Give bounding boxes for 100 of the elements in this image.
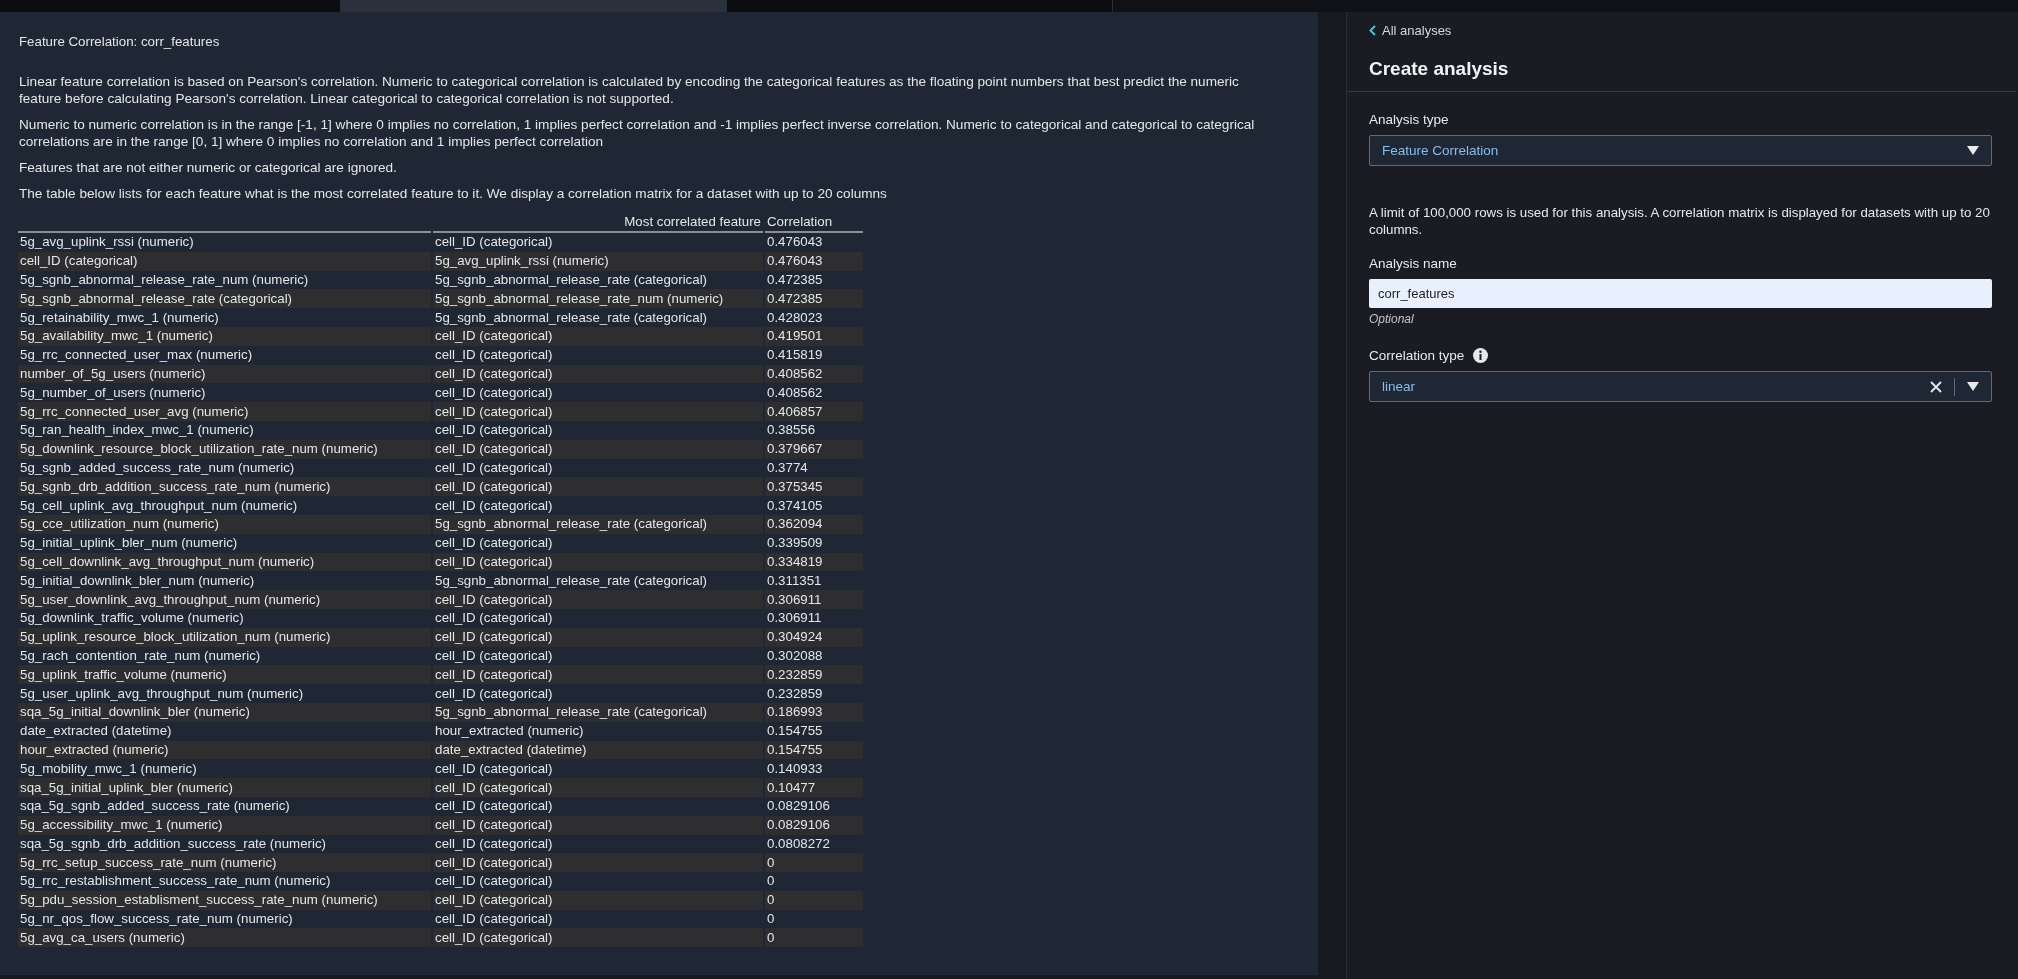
table-cell-text: sqa_5g_sgnb_added_success_rate (numeric): [19, 797, 291, 816]
table-cell-text: 0.379667: [766, 440, 824, 459]
table-cell-text: 0.415819: [766, 346, 824, 365]
table-cell-text: 0.306911: [766, 590, 823, 609]
table-cell-text: 0.186993: [766, 703, 824, 722]
description-text: Numeric to numeric correlation is in the range [-1, 1] where 0 implies no correlation, 1 implies perfect correlation and -1 implies perfect inverse correlation. Numeric to categorical and categorical to categrical correlations are in the range [0, 1] where 0 implies no correlation and 1 implies perfect correlation: [19, 116, 1256, 150]
table-cell-text: 5g_cell_uplink_avg_throughput_num (numeric): [19, 496, 299, 515]
field-label: Analysis name: [1369, 256, 1458, 271]
table-cell-text: 5g_sgnb_abnormal_release_rate (categorical): [434, 308, 708, 327]
table-cell-text: 5g_sgnb_abnormal_release_rate_num (numeric): [19, 271, 310, 289]
table-cell-text: cell_ID (categorical): [434, 834, 554, 853]
table-cell-text: 5g_avg_ca_users (numeric): [19, 928, 186, 947]
table-cell-text: 0.0808272: [766, 834, 831, 853]
table-cell-text: cell_ID (categorical): [434, 421, 554, 440]
table-cell-text: 0.419501: [766, 327, 824, 346]
table-cell-text: sqa_5g_initial_uplink_bler (numeric): [19, 778, 234, 797]
table-cell-text: 5g_sgnb_added_success_rate_num (numeric): [19, 458, 296, 477]
table-cell-text: cell_ID (categorical): [434, 477, 554, 496]
table-cell-text: 0: [766, 872, 776, 891]
table-cell-text: cell_ID (categorical): [434, 609, 554, 628]
table-cell-text: 0: [766, 910, 776, 929]
table-cell-text: 5g_number_of_users (numeric): [19, 383, 207, 402]
table-cell-text: cell_ID (categorical): [434, 364, 554, 383]
table-cell-text: cell_ID (categorical): [434, 797, 554, 816]
table-cell-text: 5g_avg_uplink_rssi (numeric): [19, 233, 195, 252]
table-cell-text: 5g_uplink_resource_block_utilization_num (numeric): [19, 628, 332, 647]
table-cell-text: cell_ID (categorical): [434, 496, 554, 515]
table-cell-text: 0.408562: [766, 364, 824, 383]
table-cell-text: 0.3774: [766, 458, 809, 477]
table-cell-text: 5g_mobility_mwc_1 (numeric): [19, 759, 198, 778]
table-cell-text: cell_ID (categorical): [434, 816, 554, 835]
table-cell-text: cell_ID (categorical): [434, 233, 554, 252]
table-cell-text: 5g_user_downlink_avg_throughput_num (numeric): [19, 590, 322, 609]
table-cell-text: 5g_initial_uplink_bler_num (numeric): [19, 534, 239, 553]
table-cell-text: 0.140933: [766, 759, 824, 778]
info-text: A limit of 100,000 rows is used for this analysis. A correlation matrix is displayed for datasets with up to 20 columns.: [1369, 204, 1991, 238]
table-cell-text: 5g_cell_downlink_avg_throughput_num (numeric): [19, 552, 316, 571]
correlation-type-select[interactable]: linear: [1369, 371, 1992, 402]
table-cell-text: 0.232859: [766, 684, 824, 703]
table-cell-text: 5g_rrc_setup_success_rate_num (numeric): [19, 853, 278, 872]
table-cell-text: cell_ID (categorical): [434, 872, 554, 891]
table-cell-text: 5g_rach_contention_rate_num (numeric): [19, 646, 262, 665]
table-cell-text: cell_ID (categorical): [434, 646, 554, 665]
column-header: Correlation: [765, 212, 863, 233]
table-cell-text: cell_ID (categorical): [434, 534, 554, 553]
table-cell-text: number_of_5g_users (numeric): [19, 364, 207, 383]
table-cell-text: cell_ID (categorical): [434, 910, 554, 929]
table-cell-text: 0.339509: [766, 534, 824, 553]
table-cell-text: 5g_sgnb_abnormal_release_rate (categorical): [19, 289, 293, 308]
table-cell-text: 5g_uplink_traffic_volume (numeric): [19, 665, 228, 684]
table-cell-text: 5g_rrc_restablishment_success_rate_num (numeric): [19, 872, 332, 891]
table-cell-text: 0.374105: [766, 496, 824, 515]
table-cell-text: 0.302088: [766, 646, 824, 665]
field-label: Correlation type: [1369, 348, 1465, 363]
table-cell-text: 5g_downlink_resource_block_utilization_rate_num (numeric): [19, 440, 379, 459]
table-cell-text: 0.154755: [766, 740, 824, 759]
table-cell-text: 0.0829106: [766, 816, 831, 835]
table-cell-text: 5g_retainability_mwc_1 (numeric): [19, 308, 220, 327]
table-cell-text: cell_ID (categorical): [434, 665, 554, 684]
analysis-type-select[interactable]: Feature Correlation: [1369, 135, 1992, 166]
table-cell-text: cell_ID (categorical): [434, 458, 554, 477]
table-cell-text: 0.311351: [766, 571, 823, 590]
description-text: The table below lists for each feature what is the most correlated feature to it. We display a correlation matrix for a dataset with up to 20 columns: [19, 185, 888, 202]
table-cell-text: 0.38556: [766, 421, 817, 440]
description-text: Features that are not either numeric or categorical are ignored.: [19, 159, 398, 176]
table-cell-text: cell_ID (categorical): [434, 346, 554, 365]
table-cell-text: 0.476043: [766, 233, 824, 252]
analysis-name-input[interactable]: corr_features: [1369, 279, 1992, 308]
column-header: Most correlated feature: [433, 212, 763, 233]
table-cell-text: 0.375345: [766, 477, 824, 496]
table-cell-text: cell_ID (categorical): [434, 402, 554, 421]
table-cell-text: cell_ID (categorical): [434, 928, 554, 947]
table-cell-text: cell_ID (categorical): [434, 853, 554, 872]
table-cell-text: cell_ID (categorical): [19, 252, 139, 271]
hint-text: Optional: [1369, 312, 1415, 326]
table-cell-text: 5g_pdu_session_establisment_success_rate_num (numeric): [19, 891, 379, 910]
table-cell-text: 5g_sgnb_abnormal_release_rate_num (numeric): [434, 289, 725, 308]
table-cell-text: 5g_sgnb_abnormal_release_rate (categorical): [434, 703, 708, 722]
back-link[interactable]: All analyses: [1369, 23, 1452, 38]
table-cell-text: 0.0829106: [766, 797, 831, 816]
table-cell-text: cell_ID (categorical): [434, 552, 554, 571]
table-cell-text: cell_ID (categorical): [434, 590, 554, 609]
table-cell-text: 5g_accessibility_mwc_1 (numeric): [19, 816, 224, 835]
table-cell-text: 5g_avg_uplink_rssi (numeric): [434, 252, 610, 271]
table-cell-text: 0.232859: [766, 665, 824, 684]
table-cell-text: 5g_sgnb_abnormal_release_rate (categorical): [434, 515, 708, 534]
table-cell-text: 0: [766, 928, 776, 947]
table-cell-text: 0.306911: [766, 609, 823, 628]
panel-title: Create analysis: [1369, 58, 1510, 80]
table-cell-text: sqa_5g_sgnb_drb_addition_success_rate (numeric): [19, 834, 328, 853]
field-label: Analysis type: [1369, 112, 1450, 127]
table-cell-text: 0.476043: [766, 252, 824, 271]
table-cell-text: cell_ID (categorical): [434, 891, 554, 910]
table-cell-text: 0.428023: [766, 308, 824, 327]
table-cell-text: 0.362094: [766, 515, 824, 534]
table-cell-text: 0.472385: [766, 271, 824, 289]
table-cell-text: 5g_downlink_traffic_volume (numeric): [19, 609, 245, 628]
description-text: Linear feature correlation is based on Pearson's correlation. Numeric to categorical correlation is calculated by encoding the categorical features as the floating point numbers that best predict the numeric feature before calculating Pearson's correlation. Linear categorical to categorical correlation is not supported.: [19, 73, 1240, 107]
table-cell-text: date_extracted (datetime): [434, 740, 588, 759]
table-cell-text: 0: [766, 853, 776, 872]
